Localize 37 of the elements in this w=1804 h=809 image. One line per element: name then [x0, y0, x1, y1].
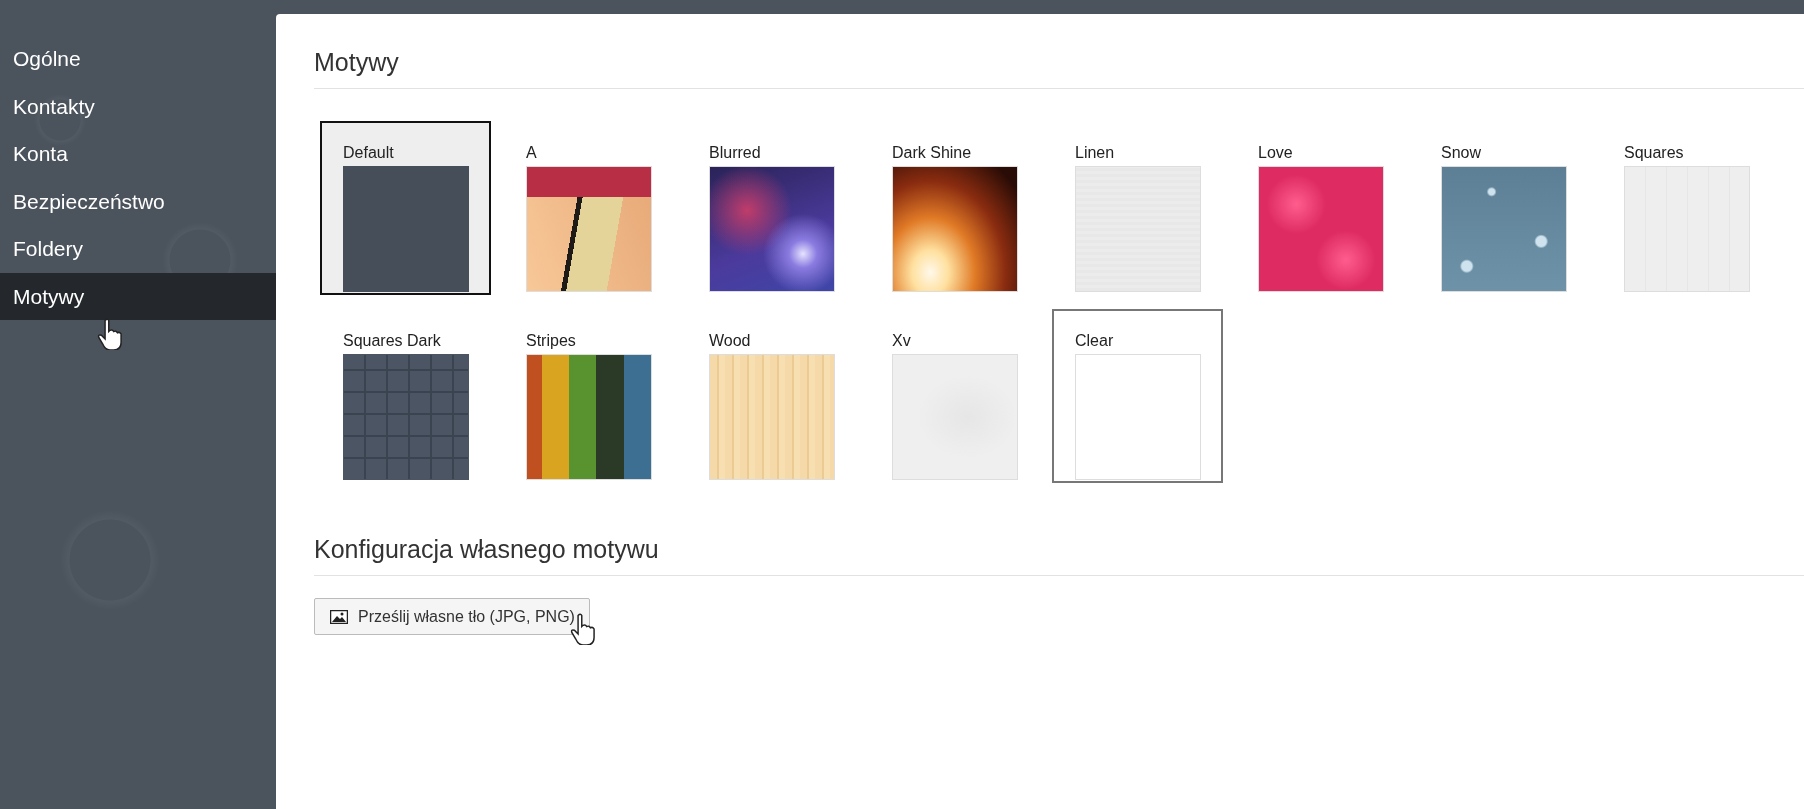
theme-label: Wood	[709, 331, 752, 350]
theme-tile[interactable]: Squares Dark	[320, 309, 491, 483]
theme-tile[interactable]: Snow	[1418, 121, 1589, 295]
theme-tile[interactable]: Default	[320, 121, 491, 295]
sidebar-item[interactable]: Bezpieczeństwo	[0, 177, 276, 225]
theme-label: Squares Dark	[343, 331, 442, 350]
theme-label: Default	[343, 143, 395, 162]
theme-tile[interactable]: Love	[1235, 121, 1406, 295]
theme-label: Stripes	[526, 331, 577, 350]
theme-label: Linen	[1075, 143, 1116, 162]
theme-label: Love	[1258, 143, 1294, 162]
theme-label: Clear	[1075, 331, 1115, 350]
hand-cursor-icon	[97, 318, 123, 350]
theme-tile[interactable]: Squares	[1601, 121, 1772, 295]
theme-tile[interactable]: Blurred	[686, 121, 857, 295]
sidebar-item[interactable]: Ogólne	[0, 35, 276, 83]
theme-label: Dark Shine	[892, 143, 973, 162]
theme-label: Snow	[1441, 143, 1483, 162]
theme-tile[interactable]: Xv	[869, 309, 1040, 483]
theme-tile[interactable]: Dark Shine	[869, 121, 1040, 295]
theme-tile[interactable]: Linen	[1052, 121, 1223, 295]
theme-label: A	[526, 143, 538, 162]
image-icon	[330, 609, 348, 624]
sidebar-item[interactable]: Motywy	[0, 272, 276, 320]
theme-tile[interactable]: Clear	[1052, 309, 1223, 483]
sidebar-item[interactable]: Konta	[0, 130, 276, 178]
theme-label: Blurred	[709, 143, 762, 162]
theme-tile[interactable]: A	[503, 121, 674, 295]
sidebar-item[interactable]: Kontakty	[0, 82, 276, 130]
upload-button[interactable]: Prześlij własne tło (JPG, PNG)	[314, 598, 590, 635]
theme-tile[interactable]: Stripes	[503, 309, 674, 483]
section-title: Motywy	[314, 48, 1804, 89]
sidebar-item[interactable]: Foldery	[0, 225, 276, 273]
theme-label: Squares	[1624, 143, 1685, 162]
theme-label: Xv	[892, 331, 912, 350]
section-title: Konfiguracja własnego motywu	[314, 535, 1804, 576]
theme-tile[interactable]: Wood	[686, 309, 857, 483]
